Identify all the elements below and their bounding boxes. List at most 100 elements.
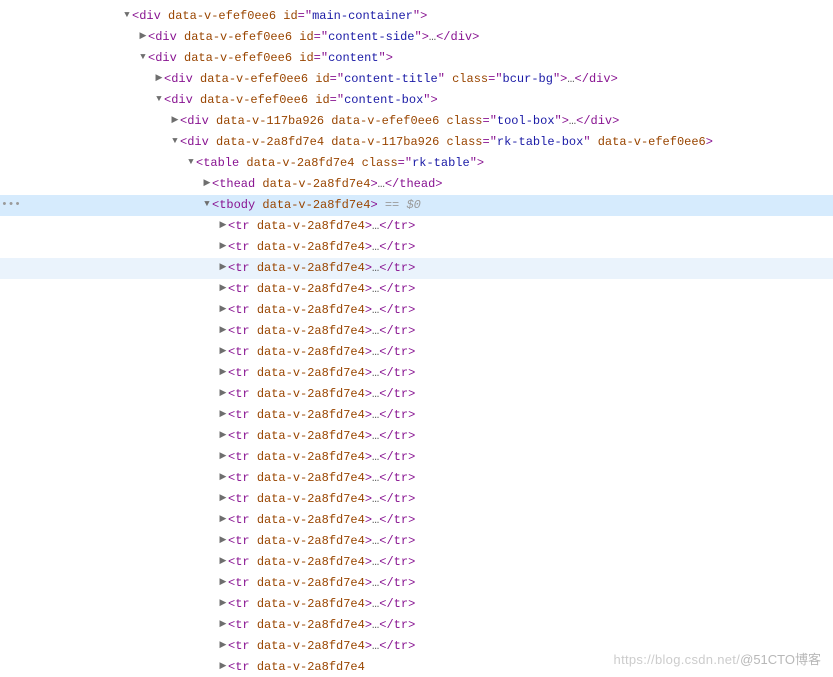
node-markup[interactable]: <tr data-v-2a8fd7e4>…</tr> [228,261,415,275]
dom-node-tr[interactable]: ▶<tr data-v-2a8fd7e4>…</tr> [0,426,833,447]
node-markup[interactable]: <div data-v-efef0ee6 id="content-side">…… [148,30,479,44]
node-markup[interactable]: <tr data-v-2a8fd7e4>…</tr> [228,366,415,380]
node-markup[interactable]: <tr data-v-2a8fd7e4>…</tr> [228,429,415,443]
dom-node-tr[interactable]: ▶<tr data-v-2a8fd7e4>…</tr> [0,216,833,237]
node-content[interactable]: ▶<div data-v-efef0ee6 id="content-title"… [22,69,833,89]
node-content[interactable]: ▶<tr data-v-2a8fd7e4>…</tr> [22,216,833,236]
dom-node-tr[interactable]: ▶<tr data-v-2a8fd7e4>…</tr> [0,615,833,636]
node-markup[interactable]: <tr data-v-2a8fd7e4>…</tr> [228,534,415,548]
node-content[interactable]: ▶<tr data-v-2a8fd7e4>…</tr> [22,258,833,278]
node-content[interactable]: ▶<tr data-v-2a8fd7e4>…</tr> [22,321,833,341]
node-content[interactable]: ▶<tr data-v-2a8fd7e4>…</tr> [22,636,833,656]
chevron-right-icon[interactable]: ▶ [218,407,228,422]
chevron-right-icon[interactable]: ▶ [202,176,212,191]
dom-node-tr[interactable]: ▶<tr data-v-2a8fd7e4>…</tr> [0,342,833,363]
chevron-right-icon[interactable]: ▶ [218,659,228,674]
chevron-down-icon[interactable]: ▼ [122,8,132,23]
node-markup[interactable]: <tbody data-v-2a8fd7e4> == $0 [212,198,421,212]
chevron-right-icon[interactable]: ▶ [218,218,228,233]
node-content[interactable]: ▼<div data-v-efef0ee6 id="content-box"> [22,90,833,110]
dom-node-tr[interactable]: ▶<tr data-v-2a8fd7e4>…</tr> [0,405,833,426]
node-content[interactable]: ▶<tr data-v-2a8fd7e4>…</tr> [22,237,833,257]
dom-node-tbody[interactable]: •••▼<tbody data-v-2a8fd7e4> == $0 [0,195,833,216]
dom-node-tr[interactable]: ▶<tr data-v-2a8fd7e4>…</tr> [0,510,833,531]
chevron-right-icon[interactable]: ▶ [218,365,228,380]
chevron-right-icon[interactable]: ▶ [218,428,228,443]
node-content[interactable]: ▶<tr data-v-2a8fd7e4 [22,657,833,677]
node-content[interactable]: ▶<tr data-v-2a8fd7e4>…</tr> [22,489,833,509]
dom-node-tr[interactable]: ▶<tr data-v-2a8fd7e4>…</tr> [0,279,833,300]
chevron-right-icon[interactable]: ▶ [218,554,228,569]
dom-node-thead[interactable]: ▶<thead data-v-2a8fd7e4>…</thead> [0,174,833,195]
node-content[interactable]: ▼<table data-v-2a8fd7e4 class="rk-table"… [22,153,833,173]
node-markup[interactable]: <table data-v-2a8fd7e4 class="rk-table"> [196,156,484,170]
node-markup[interactable]: <tr data-v-2a8fd7e4>…</tr> [228,639,415,653]
dom-node-table[interactable]: ▼<table data-v-2a8fd7e4 class="rk-table"… [0,153,833,174]
node-content[interactable]: ▶<thead data-v-2a8fd7e4>…</thead> [22,174,833,194]
chevron-right-icon[interactable]: ▶ [170,113,180,128]
chevron-down-icon[interactable]: ▼ [186,155,196,170]
chevron-right-icon[interactable]: ▶ [218,596,228,611]
node-content[interactable]: ▶<tr data-v-2a8fd7e4>…</tr> [22,615,833,635]
node-markup[interactable]: <tr data-v-2a8fd7e4>…</tr> [228,513,415,527]
dom-node-div[interactable]: ▶<div data-v-efef0ee6 id="content-title"… [0,69,833,90]
dom-node-tr[interactable]: ▶<tr data-v-2a8fd7e4>…</tr> [0,258,833,279]
node-content[interactable]: ▶<tr data-v-2a8fd7e4>…</tr> [22,405,833,425]
node-content[interactable]: ▶<tr data-v-2a8fd7e4>…</tr> [22,300,833,320]
node-markup[interactable]: <tr data-v-2a8fd7e4>…</tr> [228,282,415,296]
node-content[interactable]: ▶<tr data-v-2a8fd7e4>…</tr> [22,384,833,404]
chevron-right-icon[interactable]: ▶ [218,470,228,485]
node-content[interactable]: ▶<tr data-v-2a8fd7e4>…</tr> [22,363,833,383]
chevron-right-icon[interactable]: ▶ [218,533,228,548]
node-markup[interactable]: <tr data-v-2a8fd7e4 [228,660,365,674]
node-markup[interactable]: <tr data-v-2a8fd7e4>…</tr> [228,408,415,422]
node-markup[interactable]: <tr data-v-2a8fd7e4>…</tr> [228,555,415,569]
node-markup[interactable]: <div data-v-efef0ee6 id="main-container"… [132,9,427,23]
dom-node-tr[interactable]: ▶<tr data-v-2a8fd7e4>…</tr> [0,636,833,657]
node-markup[interactable]: <tr data-v-2a8fd7e4>…</tr> [228,303,415,317]
dom-node-tr[interactable]: ▶<tr data-v-2a8fd7e4>…</tr> [0,531,833,552]
dom-node-div[interactable]: ▼<div data-v-2a8fd7e4 data-v-117ba926 cl… [0,132,833,153]
node-content[interactable]: ▶<tr data-v-2a8fd7e4>…</tr> [22,531,833,551]
dom-node-div[interactable]: ▼<div data-v-efef0ee6 id="main-container… [0,6,833,27]
chevron-right-icon[interactable]: ▶ [218,575,228,590]
dom-node-tr[interactable]: ▶<tr data-v-2a8fd7e4>…</tr> [0,237,833,258]
node-markup[interactable]: <tr data-v-2a8fd7e4>…</tr> [228,324,415,338]
node-markup[interactable]: <tr data-v-2a8fd7e4>…</tr> [228,345,415,359]
dom-node-tr[interactable]: ▶<tr data-v-2a8fd7e4>…</tr> [0,489,833,510]
dom-node-tr[interactable]: ▶<tr data-v-2a8fd7e4>…</tr> [0,594,833,615]
chevron-right-icon[interactable]: ▶ [218,386,228,401]
node-markup[interactable]: <div data-v-efef0ee6 id="content"> [148,51,393,65]
dom-node-tr[interactable]: ▶<tr data-v-2a8fd7e4>…</tr> [0,300,833,321]
chevron-down-icon[interactable]: ▼ [138,50,148,65]
dom-node-div[interactable]: ▼<div data-v-efef0ee6 id="content-box"> [0,90,833,111]
chevron-down-icon[interactable]: ▼ [170,134,180,149]
dom-node-tr[interactable]: ▶<tr data-v-2a8fd7e4>…</tr> [0,552,833,573]
node-content[interactable]: ▶<tr data-v-2a8fd7e4>…</tr> [22,510,833,530]
node-content[interactable]: ▼<tbody data-v-2a8fd7e4> == $0 [22,195,833,215]
dom-node-tr[interactable]: ▶<tr data-v-2a8fd7e4 [0,657,833,677]
dom-node-tr[interactable]: ▶<tr data-v-2a8fd7e4>…</tr> [0,468,833,489]
dom-node-tr[interactable]: ▶<tr data-v-2a8fd7e4>…</tr> [0,573,833,594]
node-markup[interactable]: <tr data-v-2a8fd7e4>…</tr> [228,492,415,506]
node-markup[interactable]: <tr data-v-2a8fd7e4>…</tr> [228,387,415,401]
node-content[interactable]: ▶<tr data-v-2a8fd7e4>…</tr> [22,342,833,362]
chevron-right-icon[interactable]: ▶ [218,302,228,317]
chevron-right-icon[interactable]: ▶ [218,449,228,464]
dom-node-tr[interactable]: ▶<tr data-v-2a8fd7e4>…</tr> [0,384,833,405]
node-content[interactable]: ▶<tr data-v-2a8fd7e4>…</tr> [22,594,833,614]
node-content[interactable]: ▼<div data-v-efef0ee6 id="main-container… [22,6,833,26]
chevron-down-icon[interactable]: ▼ [202,197,212,212]
dom-tree[interactable]: ▼<div data-v-efef0ee6 id="main-container… [0,0,833,677]
node-markup[interactable]: <div data-v-efef0ee6 id="content-title" … [164,72,618,86]
node-content[interactable]: ▼<div data-v-2a8fd7e4 data-v-117ba926 cl… [22,132,833,152]
node-content[interactable]: ▶<tr data-v-2a8fd7e4>…</tr> [22,447,833,467]
node-content[interactable]: ▶<tr data-v-2a8fd7e4>…</tr> [22,426,833,446]
node-content[interactable]: ▼<div data-v-efef0ee6 id="content"> [22,48,833,68]
chevron-right-icon[interactable]: ▶ [138,29,148,44]
dom-node-tr[interactable]: ▶<tr data-v-2a8fd7e4>…</tr> [0,321,833,342]
dom-node-tr[interactable]: ▶<tr data-v-2a8fd7e4>…</tr> [0,447,833,468]
node-markup[interactable]: <tr data-v-2a8fd7e4>…</tr> [228,471,415,485]
chevron-right-icon[interactable]: ▶ [218,239,228,254]
chevron-right-icon[interactable]: ▶ [218,512,228,527]
